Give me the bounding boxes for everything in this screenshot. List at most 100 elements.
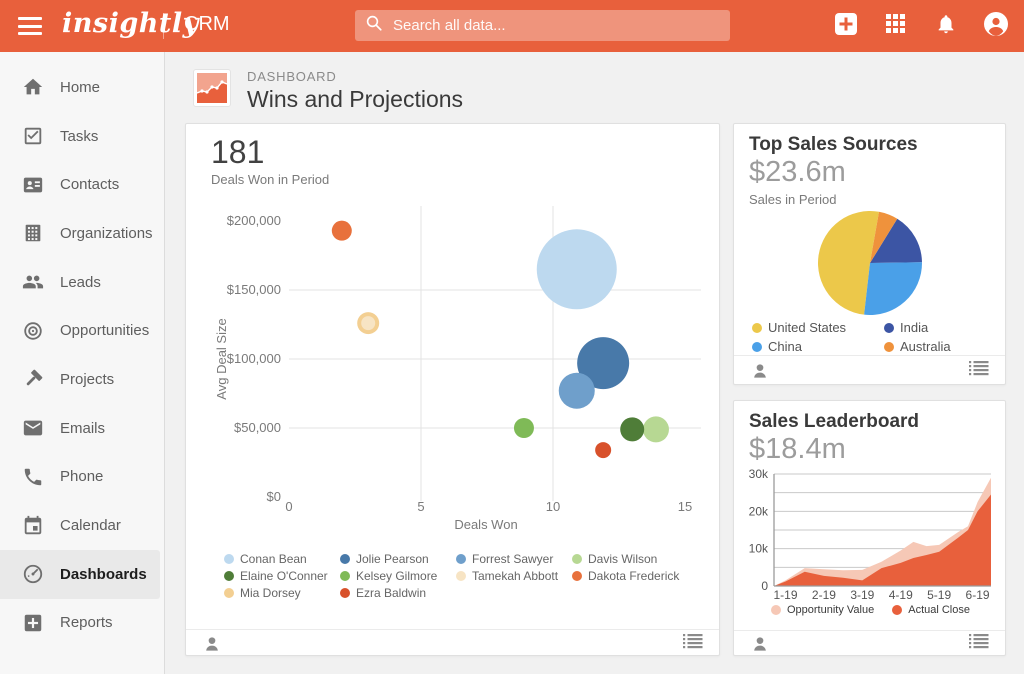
leads-icon — [22, 271, 44, 293]
sidebar-item-label: Projects — [60, 371, 114, 388]
leaderboard-footer — [734, 630, 1005, 656]
sidebar-item-contacts[interactable]: Contacts — [0, 160, 164, 209]
legend-item: Opportunity Value — [771, 604, 874, 616]
sidebar-item-projects[interactable]: Projects — [0, 355, 164, 404]
area-chart-legend: Opportunity ValueActual Close — [734, 604, 1007, 616]
legend-item: Kelsey Gilmore — [340, 569, 456, 583]
sidebar-item-label: Tasks — [60, 128, 98, 145]
sidebar-item-emails[interactable]: Emails — [0, 404, 164, 453]
svg-text:3-19: 3-19 — [850, 588, 874, 602]
sidebar-item-label: Home — [60, 79, 100, 96]
profile-button[interactable] — [984, 14, 1008, 38]
calendar-icon — [22, 515, 44, 537]
legend-swatch — [340, 571, 350, 581]
svg-text:0: 0 — [285, 499, 292, 514]
legend-swatch — [884, 323, 894, 333]
sidebar-item-organizations[interactable]: Organizations — [0, 209, 164, 258]
svg-text:$100,000: $100,000 — [227, 351, 281, 366]
bubble-elaine-o-conner — [620, 417, 644, 441]
tasks-icon — [22, 125, 44, 147]
sidebar-item-reports[interactable]: Reports — [0, 599, 164, 648]
sidebar-item-label: Opportunities — [60, 322, 149, 339]
add-button[interactable] — [834, 14, 858, 38]
bubble-conan-bean — [537, 229, 617, 309]
pie-slice-china — [864, 262, 922, 315]
legend-swatch — [572, 571, 582, 581]
legend-item: Forrest Sawyer — [456, 552, 572, 566]
list-view-icon[interactable] — [683, 634, 703, 654]
plus-square-icon — [835, 13, 857, 40]
legend-swatch — [771, 605, 781, 615]
deals-won-count: 181 — [211, 134, 264, 171]
svg-text:10k: 10k — [749, 542, 769, 556]
sidebar-item-home[interactable]: Home — [0, 63, 164, 112]
sidebar-item-dashboards[interactable]: Dashboards — [0, 550, 160, 599]
legend-swatch — [340, 588, 350, 598]
search-input[interactable] — [393, 17, 720, 34]
hamburger-menu-icon[interactable] — [18, 17, 42, 35]
svg-text:4-19: 4-19 — [889, 588, 913, 602]
svg-text:$0: $0 — [267, 489, 281, 504]
pie-chart — [734, 200, 1007, 320]
svg-text:5: 5 — [417, 499, 424, 514]
sales-sources-title: Top Sales Sources — [749, 134, 918, 156]
topbar-actions — [834, 0, 1008, 52]
bubble-forrest-sawyer — [559, 373, 595, 409]
bubble-kelsey-gilmore — [514, 418, 534, 438]
legend-item: Elaine O'Conner — [224, 569, 340, 583]
owner-person-icon[interactable] — [202, 634, 222, 654]
svg-text:6-19: 6-19 — [966, 588, 990, 602]
svg-text:20k: 20k — [749, 504, 769, 518]
sidebar-item-label: Dashboards — [60, 566, 147, 583]
sales-sources-footer — [734, 355, 1005, 385]
sidebar-item-label: Leads — [60, 274, 101, 291]
svg-text:$200,000: $200,000 — [227, 213, 281, 228]
owner-person-icon[interactable] — [750, 634, 770, 654]
legend-item: United States — [752, 320, 884, 335]
legend-swatch — [340, 554, 350, 564]
legend-swatch — [224, 588, 234, 598]
search-icon — [365, 14, 383, 37]
sidebar-item-tasks[interactable]: Tasks — [0, 112, 164, 161]
legend-swatch — [224, 571, 234, 581]
sidebar-item-label: Organizations — [60, 225, 153, 242]
sidebar-item-calendar[interactable]: Calendar — [0, 501, 164, 550]
legend-swatch — [752, 342, 762, 352]
legend-item: China — [752, 339, 884, 354]
search-box[interactable] — [355, 10, 730, 41]
area-chart: 010k20k30k1-192-193-194-195-196-19 — [734, 461, 1007, 611]
svg-text:2-19: 2-19 — [812, 588, 836, 602]
legend-item: Jolie Pearson — [340, 552, 456, 566]
notifications-button[interactable] — [934, 14, 958, 38]
apps-button[interactable] — [884, 14, 908, 38]
svg-text:$50,000: $50,000 — [234, 420, 281, 435]
sidebar-item-phone[interactable]: Phone — [0, 453, 164, 502]
sidebar-item-opportunities[interactable]: Opportunities — [0, 306, 164, 355]
opportunities-icon — [22, 320, 44, 342]
list-view-icon[interactable] — [969, 634, 989, 654]
legend-item: Tamekah Abbott — [456, 569, 572, 583]
leaderboard-card: Sales Leaderboard $18.4m 010k20k30k1-192… — [733, 400, 1006, 656]
legend-swatch — [224, 554, 234, 564]
wins-card-footer — [186, 629, 719, 657]
bubble-ezra-baldwin — [595, 442, 611, 458]
topbar-divider — [163, 13, 164, 39]
bubble-davis-wilson — [643, 416, 669, 442]
legend-item: Ezra Baldwin — [340, 586, 456, 600]
legend-item: Australia — [884, 339, 992, 354]
main-content: DASHBOARD Wins and Projections 181 Deals… — [166, 52, 1024, 674]
svg-text:0: 0 — [761, 579, 768, 593]
list-view-icon[interactable] — [969, 361, 989, 381]
owner-person-icon[interactable] — [750, 361, 770, 381]
sidebar-item-leads[interactable]: Leads — [0, 258, 164, 307]
svg-text:Avg Deal Size: Avg Deal Size — [214, 318, 229, 399]
bell-icon — [935, 13, 957, 40]
pie-chart-legend: United StatesIndiaChinaAustralia — [752, 320, 992, 354]
page-eyebrow: DASHBOARD — [247, 69, 463, 84]
dashboard-icon — [193, 69, 231, 107]
legend-swatch — [892, 605, 902, 615]
sidebar-item-label: Calendar — [60, 517, 121, 534]
dashboards-icon — [22, 563, 44, 585]
bubble-chart-legend: Conan BeanJolie PearsonForrest SawyerDav… — [224, 552, 704, 600]
area-series-actual-close — [774, 495, 991, 587]
